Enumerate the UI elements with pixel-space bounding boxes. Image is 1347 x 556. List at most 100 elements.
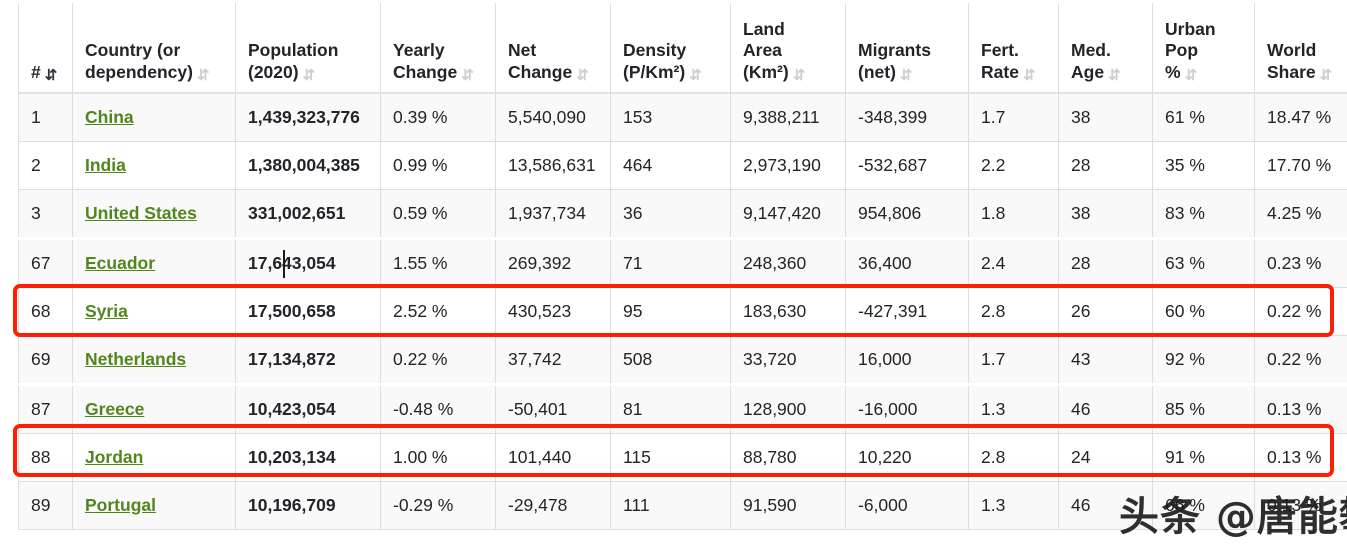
cell-migrants: 16,000 [845,335,969,385]
country-link[interactable]: China [85,107,134,127]
cell-population: 10,196,709 [235,481,381,530]
sort-desc-icon[interactable]: ⇵ [45,68,59,83]
column-header-urban-line2: Pop [1165,40,1199,61]
column-header-land-line3: (Km²) [743,61,789,82]
cell-population: 331,002,651 [235,189,381,239]
column-header-rank[interactable]: # ⇵ [18,3,73,94]
country-link[interactable]: United States [85,203,197,223]
cell-urban-pop: 91 % [1152,433,1255,482]
column-header-population[interactable]: Population (2020) ⇵ [235,3,381,94]
country-link[interactable]: Ecuador [85,253,155,273]
column-header-yearly-change[interactable]: Yearly Change ⇵ [380,3,496,94]
column-header-urban-line3: % [1165,61,1181,82]
sort-both-icon[interactable]: ⇵ [1023,68,1037,83]
table-row: 88 Jordan 10,203,134 1.00 % 101,440 115 88,780… [18,433,1347,482]
column-header-fert-rate[interactable]: Fert. Rate ⇵ [968,3,1059,94]
country-link[interactable]: Netherlands [85,349,186,369]
cell-density: 81 [610,383,731,434]
cell-world-share: 4.25 % [1254,189,1347,239]
sort-both-icon[interactable]: ⇵ [900,68,914,83]
column-header-density[interactable]: Density (P/Km²) ⇵ [610,3,731,94]
table-row: 3 United States 331,002,651 0.59 % 1,937,734… [18,189,1347,239]
table-row: 2 India 1,380,004,385 0.99 % 13,586,631 464 2,… [18,141,1347,190]
cell-land-area: 248,360 [730,237,846,288]
column-header-land-area[interactable]: Land Area (Km²) ⇵ [730,3,846,94]
cell-migrants: -532,687 [845,141,969,190]
cell-fert-rate: 1.8 [968,189,1059,239]
column-header-migrants-line1: Migrants [858,40,931,61]
sort-both-icon[interactable]: ⇵ [461,68,475,83]
cell-yearly-change: 1.55 % [380,237,496,288]
cell-density: 464 [610,141,731,190]
column-header-density-line2: (P/Km²) [623,61,686,82]
cell-fert-rate: 2.2 [968,141,1059,190]
cell-rank: 1 [18,93,73,142]
sort-both-icon[interactable]: ⇵ [576,68,590,83]
column-header-world-share[interactable]: World Share ⇵ [1254,3,1347,94]
cell-yearly-change: 2.52 % [380,287,496,336]
cell-rank: 2 [18,141,73,190]
country-link[interactable]: India [85,155,126,175]
cell-migrants: -16,000 [845,383,969,434]
cell-net-change: 269,392 [495,237,611,288]
country-link[interactable]: Syria [85,301,128,321]
cell-rank: 67 [18,237,73,288]
sort-both-icon[interactable]: ⇵ [1185,68,1199,83]
column-header-country[interactable]: Country (or dependency) ⇵ [72,3,236,94]
cell-fert-rate: 1.7 [968,93,1059,142]
sort-both-icon[interactable]: ⇵ [303,68,317,83]
cell-urban-pop: 61 % [1152,93,1255,142]
cell-urban-pop: 92 % [1152,335,1255,385]
cell-med-age: 28 [1058,237,1153,288]
column-header-age-line2: Age [1071,61,1105,82]
sort-both-icon[interactable]: ⇵ [1108,68,1122,83]
column-header-rank-label: # [31,61,41,82]
cell-migrants: 36,400 [845,237,969,288]
cell-world-share: 0.22 % [1254,335,1347,385]
table-row: 68 Syria 17,500,658 2.52 % 430,523 95 183,630-… [18,287,1347,336]
column-header-med-age[interactable]: Med. Age ⇵ [1058,3,1153,94]
cell-net-change: -50,401 [495,383,611,434]
country-link[interactable]: Greece [85,399,144,419]
cell-world-share: 18.47 % [1254,93,1347,142]
cell-rank: 3 [18,189,73,239]
cell-med-age: 28 [1058,141,1153,190]
cell-med-age: 38 [1058,93,1153,142]
cell-world-share: 17.70 % [1254,141,1347,190]
column-header-urban-line1: Urban [1165,18,1216,39]
country-link[interactable]: Jordan [85,447,143,467]
cell-urban-pop: 85 % [1152,383,1255,434]
cell-density: 153 [610,93,731,142]
cell-population: 1,380,004,385 [235,141,381,190]
cell-population: 17,134,872 [235,335,381,385]
column-header-country-line1: Country (or [85,40,181,61]
cell-world-share: 0.23 % [1254,237,1347,288]
cell-yearly-change: 0.39 % [380,93,496,142]
cell-country: Netherlands [72,335,236,385]
column-header-net-line2: Change [508,61,573,82]
cell-net-change: 5,540,090 [495,93,611,142]
sort-both-icon[interactable]: ⇵ [793,68,807,83]
country-link[interactable]: Portugal [85,495,156,515]
cell-density: 95 [610,287,731,336]
cell-fert-rate: 1.3 [968,481,1059,530]
column-header-yearly-line2: Change [393,61,458,82]
cell-net-change: 101,440 [495,433,611,482]
cell-world-share: 0.13 % [1254,433,1347,482]
sort-both-icon[interactable]: ⇵ [1320,68,1334,83]
cell-migrants: 954,806 [845,189,969,239]
cell-net-change: 1,937,734 [495,189,611,239]
text-caret [283,250,285,278]
cell-country: Greece [72,383,236,434]
sort-both-icon[interactable]: ⇵ [197,68,211,83]
column-header-migrants[interactable]: Migrants (net) ⇵ [845,3,969,94]
cell-land-area: 2,973,190 [730,141,846,190]
cell-population: 10,203,134 [235,433,381,482]
cell-country: Jordan [72,433,236,482]
sort-both-icon[interactable]: ⇵ [689,68,703,83]
column-header-urban-pop[interactable]: Urban Pop % ⇵ [1152,3,1255,94]
cell-migrants: 10,220 [845,433,969,482]
column-header-net-change[interactable]: Net Change ⇵ [495,3,611,94]
table-row: 67 Ecuador 17,643,054 1.55 % 269,392 71 248,36… [18,237,1347,288]
cell-med-age: 38 [1058,189,1153,239]
